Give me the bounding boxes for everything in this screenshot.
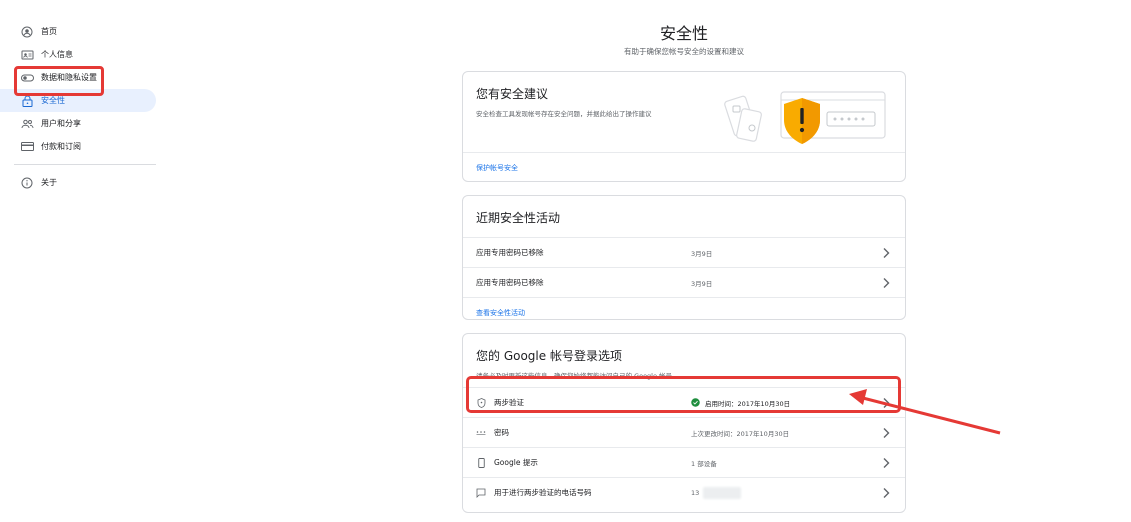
sidebar-divider — [14, 164, 156, 165]
recent-security-activity-card: 近期安全性活动 应用专用密码已移除 3月9日 应用专用密码已移除 3月9日 查看… — [462, 195, 906, 320]
sidebar-item-security[interactable]: 安全性 — [0, 89, 156, 112]
id-card-icon — [20, 48, 34, 62]
activity-date: 3月9日 — [691, 279, 713, 288]
sidebar-item-about[interactable]: 关于 — [0, 171, 160, 194]
check-circle-icon — [691, 398, 700, 407]
signin-row-password[interactable]: 密码 上次更改时间：2017年10月30日 — [463, 417, 905, 447]
sidebar-item-data-privacy[interactable]: 数据和隐私设置 — [0, 66, 160, 89]
row-label: 密码 — [494, 428, 509, 437]
sidebar-item-label: 个人信息 — [41, 50, 73, 59]
activity-row[interactable]: 应用专用密码已移除 3月9日 — [463, 267, 905, 297]
signin-row-two-step[interactable]: 两步验证 启用时间：2017年10月30日 — [463, 387, 905, 417]
security-recommendations-card: 您有安全建议 安全检查工具发现帐号存在安全问题，并据此给出了操作建议 保护帐号安… — [462, 71, 906, 182]
account-circle-icon — [20, 25, 34, 39]
card-title: 近期安全性活动 — [476, 211, 561, 225]
page-title: 安全性 — [659, 24, 708, 43]
card-footer: 查看安全性活动 — [463, 297, 905, 327]
people-icon — [20, 117, 34, 131]
protect-account-link[interactable]: 保护帐号安全 — [476, 163, 518, 173]
row-value: 上次更改时间：2017年10月30日 — [691, 429, 790, 438]
signin-row-phone-number[interactable]: 用于进行两步验证的电话号码 13 — [463, 477, 905, 507]
chevron-right-icon — [883, 398, 890, 408]
card-footer: 保护帐号安全 — [463, 152, 905, 182]
chevron-right-icon — [883, 278, 890, 288]
info-icon — [20, 176, 34, 190]
sidebar-item-home[interactable]: 首页 — [0, 20, 160, 43]
signin-row-google-prompt[interactable]: Google 提示 1 部设备 — [463, 447, 905, 477]
sidebar-item-label: 用户和分享 — [41, 119, 81, 128]
row-label: 两步验证 — [494, 398, 524, 407]
row-value: 1 部设备 — [691, 459, 717, 468]
activity-date: 3月9日 — [691, 249, 713, 258]
chevron-right-icon — [883, 488, 890, 498]
sidebar-item-label: 安全性 — [41, 96, 65, 105]
sidebar-item-personal-info[interactable]: 个人信息 — [0, 43, 160, 66]
card-description: 请务必及时更新这些信息，确保您始终都能访问自己的 Google 帐号 — [476, 372, 673, 380]
phone-icon — [476, 457, 486, 468]
chevron-right-icon — [883, 458, 890, 468]
chevron-right-icon — [883, 428, 890, 438]
security-illustration-icon — [724, 91, 886, 144]
sidebar-item-label: 付款和订阅 — [41, 142, 81, 151]
sidebar-item-people-sharing[interactable]: 用户和分享 — [0, 112, 160, 135]
activity-label: 应用专用密码已移除 — [476, 278, 544, 287]
message-icon — [476, 488, 486, 498]
page-subtitle: 有助于确保您帐号安全的设置和建议 — [624, 47, 744, 56]
sidebar-item-payments[interactable]: 付款和订阅 — [0, 135, 160, 158]
sidebar-item-label: 关于 — [41, 178, 57, 187]
credit-card-icon — [20, 140, 34, 154]
password-dots-icon — [476, 428, 486, 438]
card-title: 您的 Google 帐号登录选项 — [476, 349, 622, 363]
chevron-right-icon — [883, 248, 890, 258]
row-value: 启用时间：2017年10月30日 — [705, 399, 791, 408]
row-label: Google 提示 — [494, 458, 538, 467]
shield-icon — [476, 397, 486, 408]
redacted-phone-digits — [703, 486, 742, 499]
toggle-icon — [20, 71, 34, 85]
activity-label: 应用专用密码已移除 — [476, 248, 544, 257]
activity-row[interactable]: 应用专用密码已移除 3月9日 — [463, 237, 905, 267]
sidebar-item-label: 数据和隐私设置 — [41, 73, 97, 82]
sidebar-nav: 首页 个人信息 数据和隐私设置 安全性 用户和分享 付款和订阅 关于 — [0, 20, 160, 194]
row-value: 13 — [691, 488, 700, 497]
signin-options-card: 您的 Google 帐号登录选项 请务必及时更新这些信息，确保您始终都能访问自己… — [462, 333, 906, 513]
view-security-activity-link[interactable]: 查看安全性活动 — [476, 308, 525, 318]
row-label: 用于进行两步验证的电话号码 — [494, 488, 592, 497]
lock-icon — [20, 94, 34, 108]
sidebar-item-label: 首页 — [41, 27, 57, 36]
